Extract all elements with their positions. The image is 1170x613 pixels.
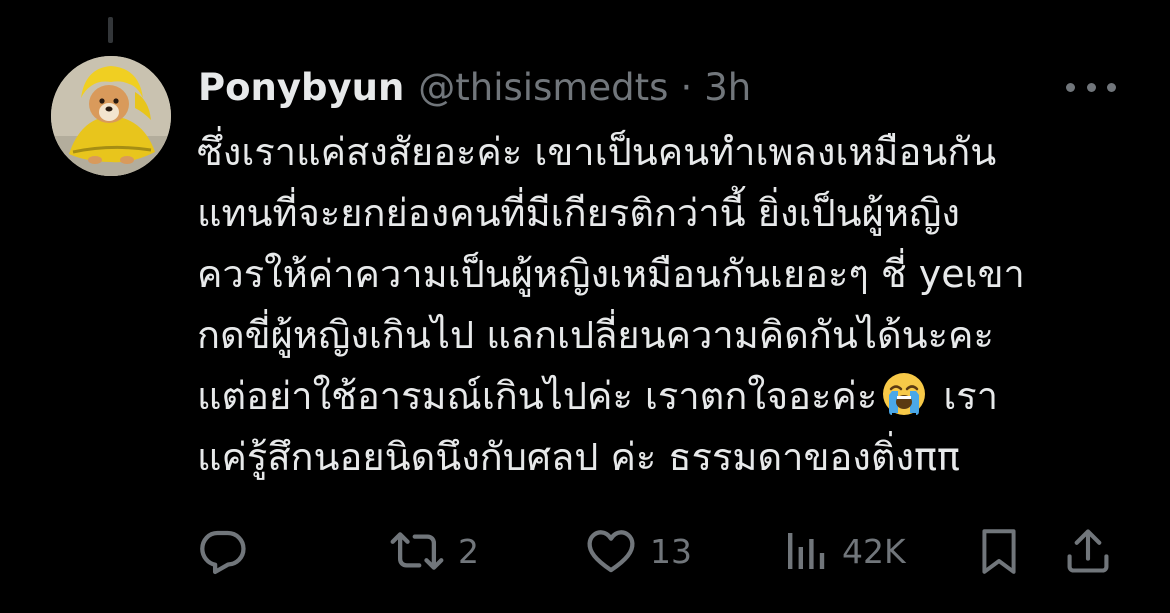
like-count: 13 xyxy=(650,531,692,571)
display-name[interactable]: Ponybyun xyxy=(198,66,404,109)
tweet-header: Ponybyun @thisismedts · 3h xyxy=(198,62,751,112)
tweet-text: ซึ่งเราแค่สงสัยอะค่ะ เขาเป็นคนทำเพลงเหมื… xyxy=(197,122,1137,488)
tweet-text-line-with-emoji: แต่อย่าใช้อารมณ์เกินไปค่ะ เราตกใจอะค่ะ เ… xyxy=(197,366,1137,427)
separator-dot: · xyxy=(680,65,693,109)
more-dot-icon xyxy=(1107,82,1116,92)
retweet-count: 2 xyxy=(458,531,479,571)
timestamp[interactable]: 3h xyxy=(704,66,751,109)
bookmark-icon xyxy=(982,529,1016,574)
share-button[interactable] xyxy=(1062,520,1114,582)
tweet-action-bar: 2 13 42K xyxy=(196,520,1126,582)
tweet-text-line: ซึ่งเราแค่สงสัยอะค่ะ เขาเป็นคนทำเพลงเหมื… xyxy=(197,130,997,174)
like-button[interactable]: 13 xyxy=(584,520,692,582)
more-dot-icon xyxy=(1086,82,1096,92)
bookmark-button[interactable] xyxy=(974,520,1024,582)
views-icon xyxy=(788,533,825,569)
user-handle[interactable]: @thisismedts xyxy=(418,66,668,109)
tweet-text-line: กดขี่ผู้หญิงเกินไป แลกเปลี่ยนความคิดกันไ… xyxy=(197,313,994,357)
reply-icon xyxy=(200,530,246,575)
share-icon xyxy=(1067,529,1109,573)
avatar[interactable] xyxy=(51,56,171,176)
retweet-icon xyxy=(390,532,444,570)
heart-icon xyxy=(587,530,635,573)
retweet-button[interactable]: 2 xyxy=(388,520,479,582)
tweet-text-segment: แต่อย่าใช้อารมณ์เกินไปค่ะ เราตกใจอะค่ะ xyxy=(197,374,878,418)
more-dot-icon xyxy=(1066,82,1075,92)
views-count: 42K xyxy=(842,531,906,571)
tweet-text-segment: เรา xyxy=(931,374,999,418)
tweet-text-line: แค่รู้สึกนอยนิดนึงกับศลป ค่ะ ธรรมดาของติ… xyxy=(197,435,960,479)
tweet-text-line: ควรให้ค่าความเป็นผู้หญิงเหมือนกันเยอะๆ ช… xyxy=(197,252,1025,296)
loudly-crying-face-emoji-icon xyxy=(881,371,927,435)
thread-connector-line xyxy=(108,17,113,43)
avatar-image xyxy=(51,56,171,176)
views-button[interactable]: 42K xyxy=(782,520,906,582)
reply-button[interactable] xyxy=(196,520,250,582)
tweet-text-line: แทนที่จะยกย่องคนที่มีเกียรติกว่านี้ ยิ่ง… xyxy=(197,191,960,235)
more-options-button[interactable] xyxy=(1066,72,1116,102)
